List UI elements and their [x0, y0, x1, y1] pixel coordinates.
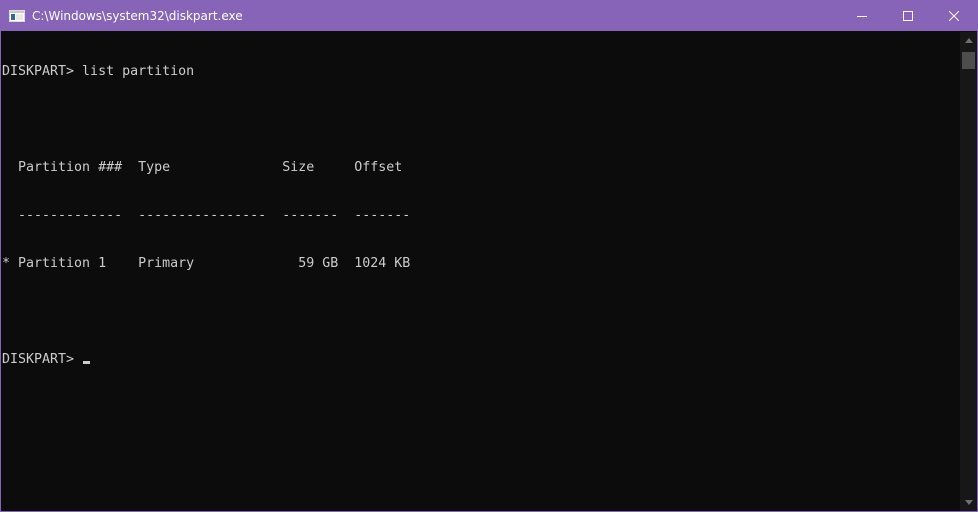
console-line: ------------- ---------------- ------- -… — [2, 208, 411, 223]
title-bar[interactable]: C:\Windows\system32\diskpart.exe — [1, 1, 977, 31]
close-button[interactable] — [931, 1, 977, 31]
close-icon — [949, 11, 959, 21]
prompt-text: DISKPART> — [2, 352, 83, 367]
scroll-up-button[interactable] — [960, 32, 977, 49]
console-app-icon[interactable] — [9, 10, 25, 22]
maximize-icon — [903, 11, 913, 21]
vertical-scrollbar[interactable] — [960, 32, 977, 511]
text-cursor — [83, 361, 91, 364]
scroll-up-arrow-icon — [964, 38, 973, 43]
window-controls — [839, 1, 977, 31]
window-title: C:\Windows\system32\diskpart.exe — [32, 9, 243, 23]
console-line: * Partition 1 Primary 59 GB 1024 KB — [2, 256, 411, 271]
minimize-button[interactable] — [839, 1, 885, 31]
minimize-icon — [857, 16, 867, 17]
console-prompt-line[interactable]: DISKPART> — [2, 352, 959, 368]
console-output[interactable]: DISKPART> list partition Partition ### T… — [1, 32, 959, 511]
maximize-button[interactable] — [885, 1, 931, 31]
console-line: DISKPART> list partition — [2, 64, 195, 79]
console-line: Partition ### Type Size Offset — [2, 160, 403, 175]
console-window: C:\Windows\system32\diskpart.exe DISKPAR… — [0, 0, 978, 512]
scroll-down-arrow-icon — [964, 500, 973, 505]
scrollbar-thumb[interactable] — [962, 52, 975, 69]
scroll-down-button[interactable] — [960, 494, 977, 511]
